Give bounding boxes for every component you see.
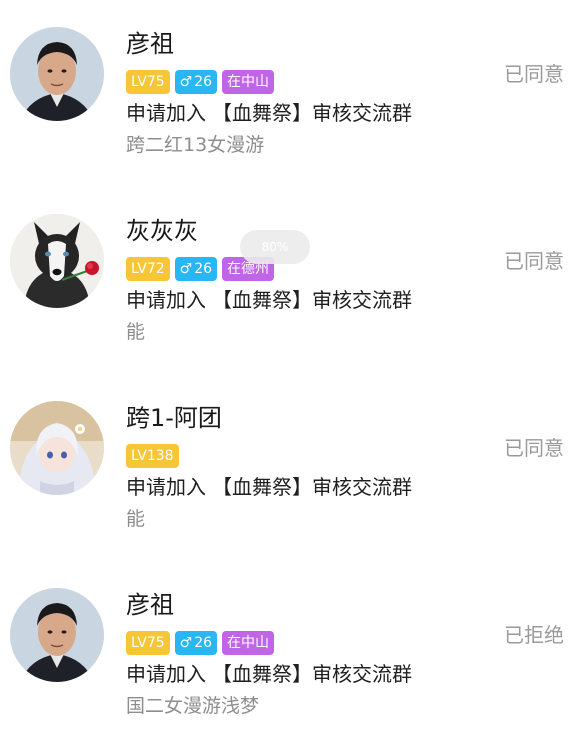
status-label: 已拒绝 [504, 623, 564, 647]
request-note: 国二女漫游浅梦 [126, 695, 260, 717]
request-item[interactable]: 彦祖 LV75 ♂ 26 在中山 申请加入 【血舞祭】审核交流群 跨二红13女漫游… [0, 0, 582, 175]
join-request-list: 彦祖 LV75 ♂ 26 在中山 申请加入 【血舞祭】审核交流群 跨二红13女漫游… [0, 0, 582, 750]
user-name[interactable]: 灰灰灰 [126, 215, 198, 247]
user-name[interactable]: 彦祖 [126, 28, 174, 60]
gender-age-badge: ♂ 26 [174, 631, 218, 655]
user-name[interactable]: 跨1-阿团 [126, 402, 222, 434]
request-item[interactable]: 灰灰灰 LV72 ♂ 26 在德州 申请加入 【血舞祭】审核交流群 能 已同意 [0, 187, 582, 362]
request-text: 申请加入 【血舞祭】审核交流群 [126, 472, 412, 502]
user-tags: LV75 ♂ 26 在中山 [126, 631, 275, 655]
age-text: 26 [194, 635, 213, 651]
man-portrait-avatar[interactable] [10, 27, 104, 121]
request-text: 申请加入 【血舞祭】审核交流群 [126, 98, 412, 128]
group-name: 【血舞祭】审核交流群 [212, 662, 412, 686]
man-portrait-avatar[interactable] [10, 588, 104, 682]
group-name: 【血舞祭】审核交流群 [212, 288, 412, 312]
status-label: 已同意 [504, 249, 564, 273]
level-badge: LV75 [126, 70, 170, 94]
request-prefix: 申请加入 [126, 475, 206, 499]
age-text: 26 [194, 261, 213, 277]
level-badge: LV72 [126, 257, 170, 281]
group-name: 【血舞祭】审核交流群 [212, 475, 412, 499]
request-prefix: 申请加入 [126, 101, 206, 125]
anime-girl-avatar[interactable] [10, 401, 104, 495]
location-badge: 在中山 [222, 70, 275, 94]
level-badge: LV75 [126, 631, 170, 655]
male-icon: ♂ [179, 261, 193, 277]
husky-rose-avatar[interactable] [10, 214, 104, 308]
male-icon: ♂ [179, 74, 193, 90]
request-prefix: 申请加入 [126, 288, 206, 312]
user-tags: LV75 ♂ 26 在中山 [126, 70, 275, 94]
request-text: 申请加入 【血舞祭】审核交流群 [126, 285, 412, 315]
request-item[interactable]: 彦祖 LV75 ♂ 26 在中山 申请加入 【血舞祭】审核交流群 国二女漫游浅梦 … [0, 561, 582, 736]
request-item[interactable]: 跨1-阿团 LV138 申请加入 【血舞祭】审核交流群 能 已同意 [0, 374, 582, 549]
gender-age-badge: ♂ 26 [174, 257, 218, 281]
male-icon: ♂ [179, 635, 193, 651]
request-note: 能 [126, 321, 146, 343]
request-note: 跨二红13女漫游 [126, 134, 265, 156]
location-badge: 在中山 [222, 631, 275, 655]
age-text: 26 [194, 74, 213, 90]
request-text: 申请加入 【血舞祭】审核交流群 [126, 659, 412, 689]
user-name[interactable]: 彦祖 [126, 589, 174, 621]
gender-age-badge: ♂ 26 [174, 70, 218, 94]
status-label: 已同意 [504, 436, 564, 460]
zoom-toast: 80% [240, 230, 310, 264]
user-tags: LV138 [126, 444, 179, 468]
status-label: 已同意 [504, 62, 564, 86]
level-badge: LV138 [126, 444, 179, 468]
request-note: 能 [126, 508, 146, 530]
group-name: 【血舞祭】审核交流群 [212, 101, 412, 125]
request-prefix: 申请加入 [126, 662, 206, 686]
